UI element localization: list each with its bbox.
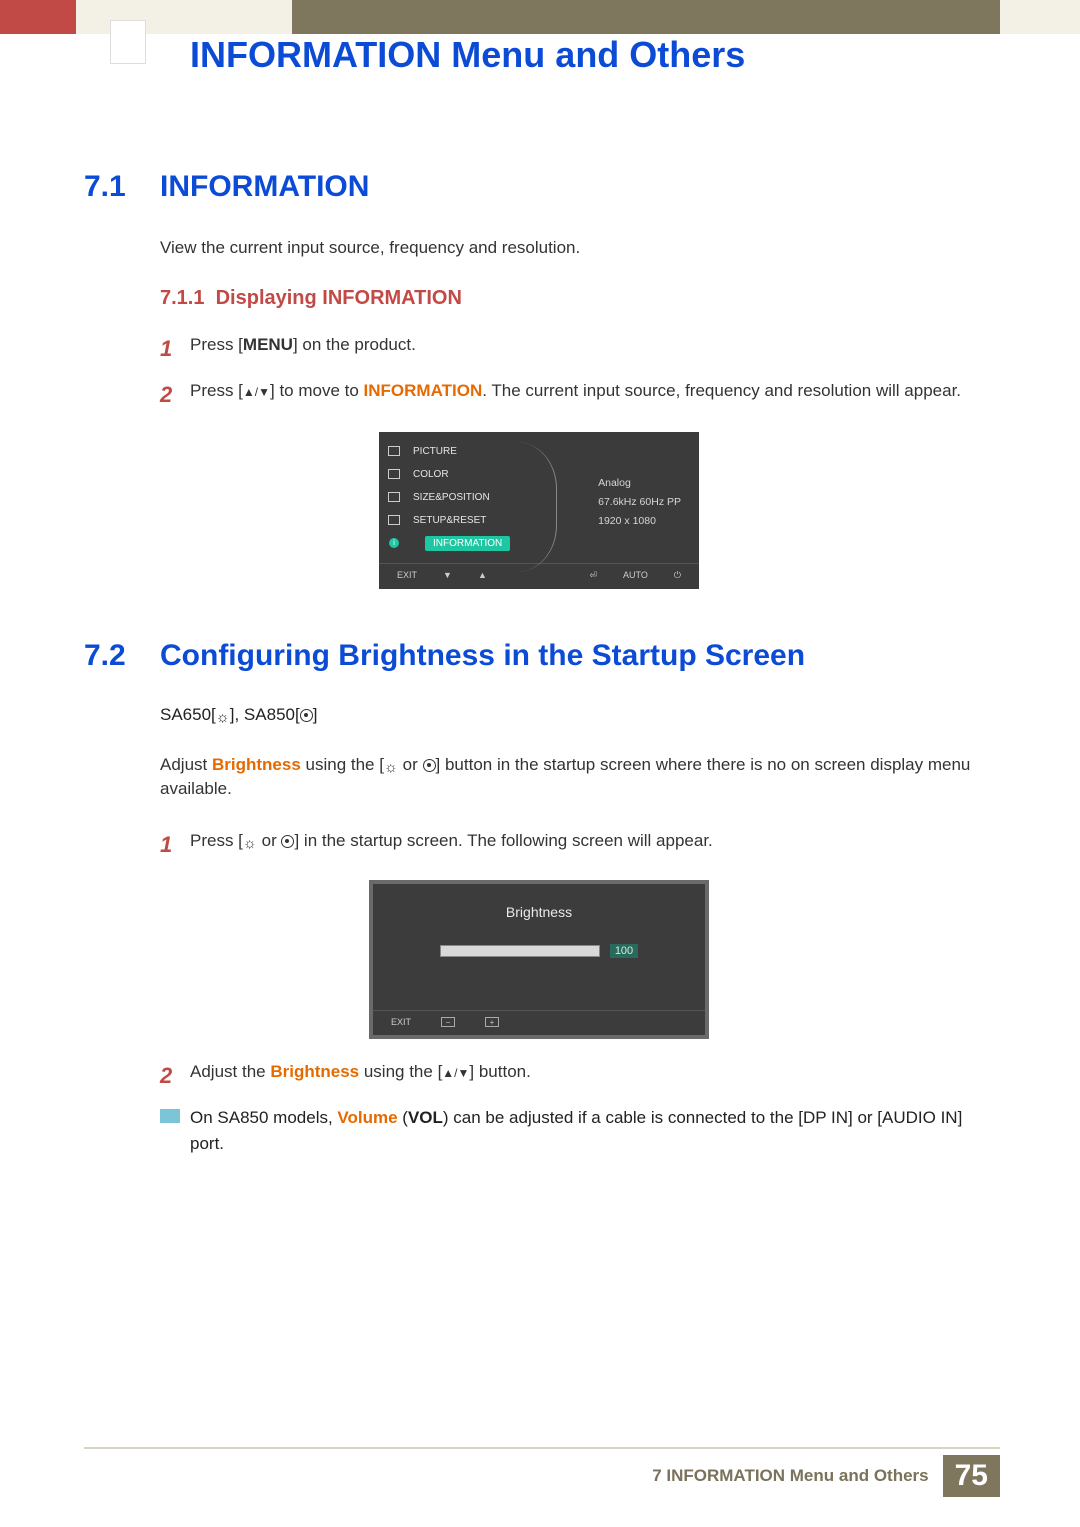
volume-highlight: Volume xyxy=(337,1108,397,1127)
step-1: 1 Press [MENU] on the product. xyxy=(160,332,994,366)
brightness-exit-label: EXIT xyxy=(391,1017,411,1027)
osd-selected-label: INFORMATION xyxy=(425,536,510,551)
page-footer: 7 INFORMATION Menu and Others 75 xyxy=(652,1455,1000,1497)
color-icon xyxy=(388,469,400,479)
section-number: 7.1 xyxy=(84,170,160,204)
brightness-bar-row: 100 xyxy=(373,944,705,958)
minus-icon: − xyxy=(441,1017,455,1027)
step-number: 1 xyxy=(160,828,190,862)
chapter-title: INFORMATION Menu and Others xyxy=(190,34,745,76)
step-1-brightness: 1 Press [ or ] in the startup screen. Th… xyxy=(160,828,994,862)
osd-info-panel: Analog 67.6kHz 60Hz PP 1920 x 1080 xyxy=(598,474,681,531)
up-down-arrow-icon: ▲/▼ xyxy=(243,385,270,399)
osd-auto-label: AUTO xyxy=(623,570,648,581)
brightness-value: 100 xyxy=(610,944,638,958)
osd-footer: EXIT ▼ ▲ ⏎ AUTO ⏻ xyxy=(379,563,699,589)
step-2-brightness: 2 Adjust the Brightness using the [▲/▼] … xyxy=(160,1059,994,1093)
section-number: 7.2 xyxy=(84,639,160,673)
subsection-number: 7.1.1 xyxy=(160,287,204,309)
note: On SA850 models, Volume (VOL) can be adj… xyxy=(160,1105,994,1156)
brightness-sun-icon xyxy=(216,707,230,721)
setup-reset-icon xyxy=(388,515,400,525)
step-2-text: Press [▲/▼] to move to INFORMATION. The … xyxy=(190,378,994,412)
step-number: 2 xyxy=(160,378,190,412)
footer-rule xyxy=(84,1447,1000,1449)
brightness-bar xyxy=(440,945,600,957)
picture-icon xyxy=(388,446,400,456)
section-7-2-heading: 7.2 Configuring Brightness in the Startu… xyxy=(84,639,994,673)
osd-info-source: Analog xyxy=(598,474,681,493)
vol-label: VOL xyxy=(408,1108,443,1127)
down-arrow-icon: ▼ xyxy=(443,570,452,581)
osd-info-res: 1920 x 1080 xyxy=(598,512,681,531)
brightness-highlight: Brightness xyxy=(270,1062,359,1081)
note-text: On SA850 models, Volume (VOL) can be adj… xyxy=(190,1105,994,1156)
brightness-sun-icon xyxy=(243,830,257,844)
jog-button-icon xyxy=(300,709,313,722)
info-icon: i xyxy=(389,538,399,548)
section-7-1-heading: 7.1 INFORMATION xyxy=(84,170,994,204)
osd-menu-screenshot: PICTURE COLOR SIZE&POSITION SETUP&RESET … xyxy=(379,432,699,589)
plus-icon: + xyxy=(485,1017,499,1027)
section-7-1-intro: View the current input source, frequency… xyxy=(160,236,994,261)
power-icon: ⏻ xyxy=(674,570,681,581)
brightness-highlight: Brightness xyxy=(212,755,301,774)
up-arrow-icon: ▲ xyxy=(478,570,487,581)
step-text: Press [ or ] in the startup screen. The … xyxy=(190,828,994,862)
note-icon xyxy=(160,1105,190,1156)
section-title: Configuring Brightness in the Startup Sc… xyxy=(160,639,805,673)
section-title: INFORMATION xyxy=(160,170,369,204)
step-number: 1 xyxy=(160,332,190,366)
model-list: SA650[], SA850[] xyxy=(160,705,994,725)
subsection-7-1-1: 7.1.1 Displaying INFORMATION xyxy=(160,287,994,310)
brightness-sun-icon xyxy=(384,755,398,769)
information-highlight: INFORMATION xyxy=(364,381,483,400)
size-position-icon xyxy=(388,492,400,502)
step-1-text: Press [MENU] on the product. xyxy=(190,332,994,366)
jog-button-icon xyxy=(423,759,436,772)
osd-exit-label: EXIT xyxy=(397,570,417,581)
jog-button-icon xyxy=(281,835,294,848)
menu-button-label: MENU xyxy=(243,335,293,354)
step-number: 2 xyxy=(160,1059,190,1093)
page-corner-icon xyxy=(110,20,146,64)
subsection-title: Displaying INFORMATION xyxy=(216,287,462,309)
brightness-osd-title: Brightness xyxy=(373,904,705,920)
up-down-arrow-icon: ▲/▼ xyxy=(442,1066,469,1080)
step-2: 2 Press [▲/▼] to move to INFORMATION. Th… xyxy=(160,378,994,412)
osd-enter-icon: ⏎ xyxy=(589,570,597,581)
content: 7.1 INFORMATION View the current input s… xyxy=(84,170,994,1156)
footer-chapter: 7 INFORMATION Menu and Others xyxy=(652,1466,928,1486)
section-7-2-desc: Adjust Brightness using the [ or ] butto… xyxy=(160,753,994,802)
page: INFORMATION Menu and Others 7.1 INFORMAT… xyxy=(0,0,1080,1527)
brightness-osd-footer: EXIT − + xyxy=(373,1010,705,1035)
osd-info-freq: 67.6kHz 60Hz PP xyxy=(598,493,681,512)
header-band xyxy=(292,0,1000,34)
brightness-osd-screenshot: Brightness 100 EXIT − + xyxy=(369,880,709,1039)
step-text: Adjust the Brightness using the [▲/▼] bu… xyxy=(190,1059,994,1093)
header-accent xyxy=(0,0,76,34)
page-number: 75 xyxy=(943,1455,1000,1497)
